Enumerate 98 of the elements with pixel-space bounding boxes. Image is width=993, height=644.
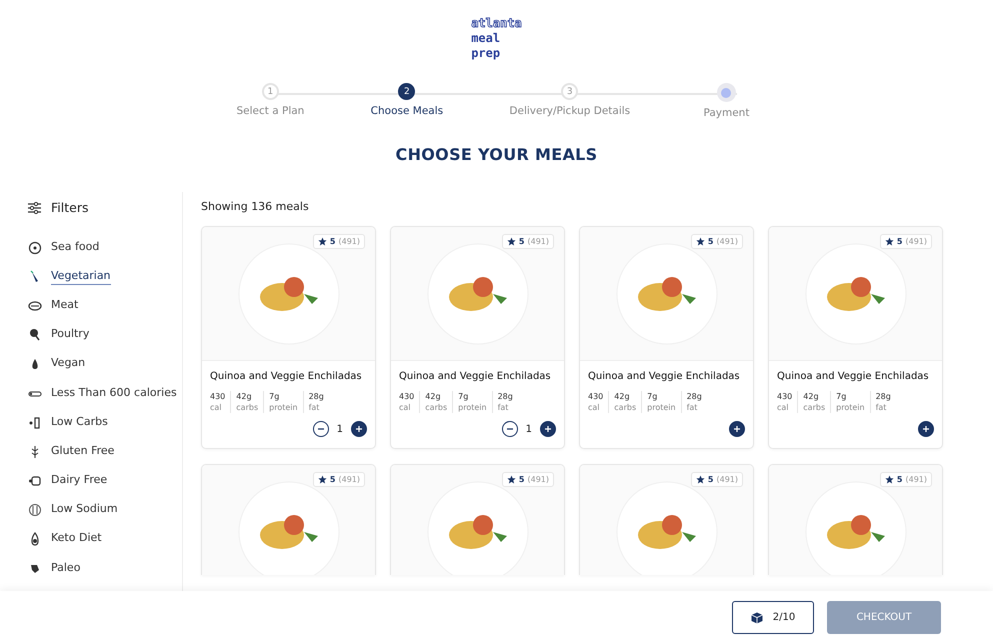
plus-icon [733, 425, 741, 433]
meal-name: Quinoa and Veggie Enchiladas [777, 371, 930, 382]
filter-option[interactable]: Vegetarian [51, 268, 111, 285]
nutrition-value: 28g [876, 391, 891, 402]
rating-badge: 5 (491) [690, 472, 743, 487]
nutrition-unit: carbs [803, 402, 826, 413]
star-icon [696, 237, 705, 246]
step-label: Payment [703, 107, 750, 119]
plus-icon [355, 425, 363, 433]
filter-option[interactable]: Low Carbs [51, 414, 108, 431]
nutrition-unit: cal [777, 402, 790, 413]
star-icon [696, 475, 705, 484]
box-button[interactable]: 2/10 [732, 601, 814, 634]
step-indicator: 3 [561, 83, 578, 100]
nutrition-unit: carbs [236, 402, 258, 413]
meal-card[interactable]: 5 (491) [201, 464, 376, 575]
nutrition-value: 430 [399, 391, 414, 402]
add-button[interactable] [918, 421, 934, 437]
quantity: 1 [526, 424, 532, 434]
rating-badge: 5 (491) [690, 234, 743, 249]
nutrition-unit: cal [399, 402, 412, 413]
nutrition-value: 7g [836, 391, 848, 402]
nutrition-unit: protein [836, 402, 865, 413]
step-label: Delivery/Pickup Details [509, 105, 630, 117]
rating-badge: 5 (491) [502, 472, 554, 487]
filter-icon [28, 202, 41, 214]
plus-icon [922, 425, 930, 433]
rating-badge: 5 (491) [880, 234, 932, 249]
meal-name: Quinoa and Veggie Enchiladas [588, 371, 741, 382]
nutrition-unit: fat [498, 402, 510, 413]
meal-name: Quinoa and Veggie Enchiladas [210, 371, 363, 382]
nutrition-value: 7g [269, 391, 280, 402]
filter-option[interactable]: Vegan [51, 356, 86, 372]
meal-card[interactable]: 5 (491) Quinoa and Veggie Enchiladas 430 cal 42g carbs 7g protein 28g fat [768, 226, 943, 449]
nutrition-value: 28g [498, 391, 513, 402]
nutrition-value: 430 [210, 391, 226, 402]
nutrition-value: 7g [647, 391, 658, 402]
star-icon [318, 475, 327, 484]
nutrition-unit: fat [876, 402, 888, 413]
nutrition-unit: fat [686, 402, 698, 413]
nutrition-unit: carbs [425, 402, 448, 413]
nutrition-value: 28g [686, 391, 702, 402]
nutrition-value: 42g [236, 391, 253, 402]
nutrition-value: 42g [803, 391, 820, 402]
nutrition-value: 28g [308, 391, 324, 402]
nutrition-value: 42g [425, 391, 442, 402]
meal-card[interactable]: 5 (491) Quinoa and Veggie Enchiladas 430 cal 42g carbs 7g protein 28g fat [579, 226, 754, 449]
step-label: Select a Plan [236, 105, 304, 117]
decrease-button[interactable] [502, 421, 518, 437]
star-icon [506, 475, 516, 484]
filter-option[interactable]: Meat [51, 298, 78, 314]
cube-icon [750, 612, 763, 624]
quantity: 1 [336, 424, 343, 434]
plus-icon [544, 425, 552, 433]
meal-card[interactable]: 5 (491) Quinoa and Veggie Enchiladas 430 cal 42g carbs 7g protein 28g fat 1 [390, 226, 565, 449]
page-title: CHOOSE YOUR MEALS [396, 145, 598, 164]
nutrition-value: 430 [588, 391, 604, 402]
filter-option[interactable]: Less Than 600 calories [51, 386, 177, 402]
nutrition-unit: carbs [614, 402, 636, 413]
rating-badge: 5 (491) [502, 234, 554, 249]
star-icon [318, 237, 327, 246]
step-label: Choose Meals [370, 105, 444, 117]
meal-card[interactable]: 5 (491) Quinoa and Veggie Enchiladas 430 cal 42g carbs 7g protein 28g fat 1 [201, 226, 376, 449]
meal-name: Quinoa and Veggie Enchiladas [399, 371, 552, 382]
nutrition-unit: protein [269, 402, 298, 413]
nutrition-unit: cal [588, 402, 601, 413]
filter-option[interactable]: Low Sodium [51, 502, 118, 518]
meal-card[interactable]: 5 (491) [390, 464, 565, 575]
star-icon [884, 237, 894, 246]
star-icon [506, 237, 516, 246]
filter-option[interactable]: Paleo [51, 560, 80, 577]
nutrition-unit: protein [647, 402, 676, 413]
filter-option[interactable]: Sea food [51, 240, 100, 256]
nutrition-value: 7g [458, 391, 470, 402]
star-icon [884, 475, 894, 484]
nutrition-value: 430 [777, 391, 792, 402]
nutrition-unit: cal [210, 402, 223, 413]
filter-option[interactable]: Poultry [51, 327, 90, 344]
add-button[interactable] [729, 421, 745, 437]
rating-badge: 5 (491) [880, 472, 932, 487]
results-count: Showing 136 meals [201, 200, 310, 213]
nutrition-value: 42g [614, 391, 631, 402]
nutrition-unit: fat [308, 402, 320, 413]
logo: atlanta meal prep [471, 16, 522, 61]
filter-option[interactable]: Gluten Free [51, 444, 114, 460]
add-button[interactable] [540, 421, 556, 437]
rating-badge: 5 (491) [312, 234, 365, 249]
rating-badge: 5 (491) [312, 472, 365, 487]
filter-option[interactable]: Keto Diet [51, 531, 102, 548]
filter-option[interactable]: Dairy Free [51, 473, 108, 490]
decrease-button[interactable] [312, 421, 329, 437]
filters-heading: Filters [51, 200, 88, 215]
nutrition-unit: protein [458, 402, 487, 413]
meal-card[interactable]: 5 (491) [768, 464, 943, 575]
step-indicator: 1 [262, 83, 279, 100]
add-button[interactable] [351, 421, 367, 437]
step-indicator: 2 [398, 83, 416, 100]
meal-card[interactable]: 5 (491) [579, 464, 754, 575]
